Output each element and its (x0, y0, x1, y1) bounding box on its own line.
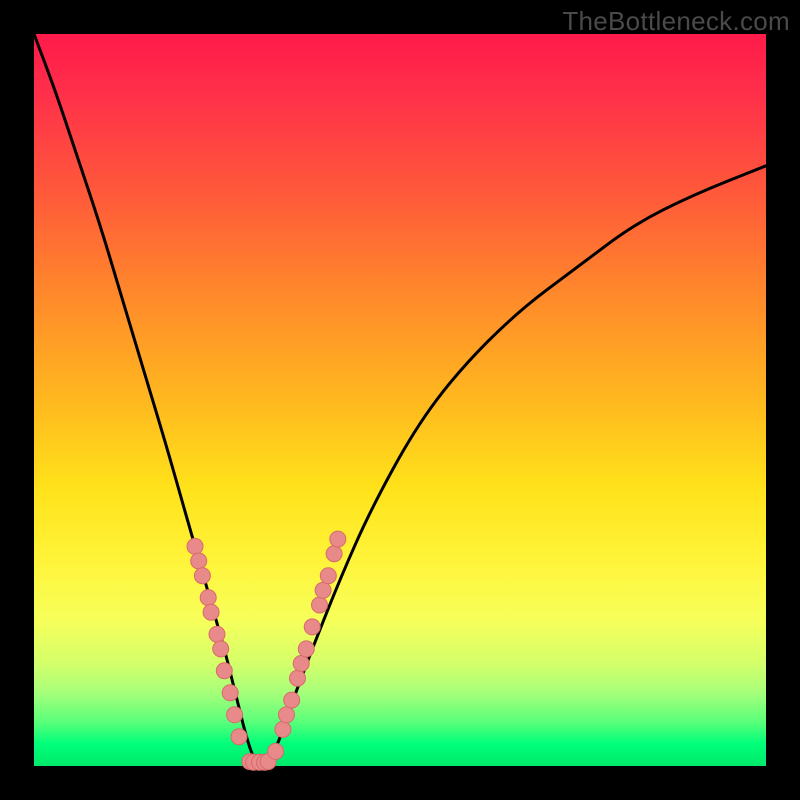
marker-point (290, 670, 306, 686)
marker-point (191, 553, 207, 569)
marker-point (203, 604, 219, 620)
marker-point (312, 597, 328, 613)
bottleneck-curve (34, 34, 766, 764)
marker-point (298, 641, 314, 657)
marker-point (213, 641, 229, 657)
marker-point (275, 721, 291, 737)
marker-point (293, 656, 309, 672)
marker-point (279, 707, 295, 723)
marker-point (320, 568, 336, 584)
curve-line (34, 34, 766, 764)
marker-point (326, 546, 342, 562)
marker-point (216, 663, 232, 679)
marker-point (304, 619, 320, 635)
curve-markers (187, 531, 346, 770)
marker-point (315, 582, 331, 598)
marker-point (231, 729, 247, 745)
marker-point (200, 590, 216, 606)
chart-frame: TheBottleneck.com (0, 0, 800, 800)
chart-svg (0, 0, 800, 800)
marker-point (194, 568, 210, 584)
marker-point (268, 743, 284, 759)
marker-point (209, 626, 225, 642)
marker-point (284, 692, 300, 708)
marker-point (222, 685, 238, 701)
marker-point (227, 707, 243, 723)
marker-point (330, 531, 346, 547)
marker-point (187, 538, 203, 554)
